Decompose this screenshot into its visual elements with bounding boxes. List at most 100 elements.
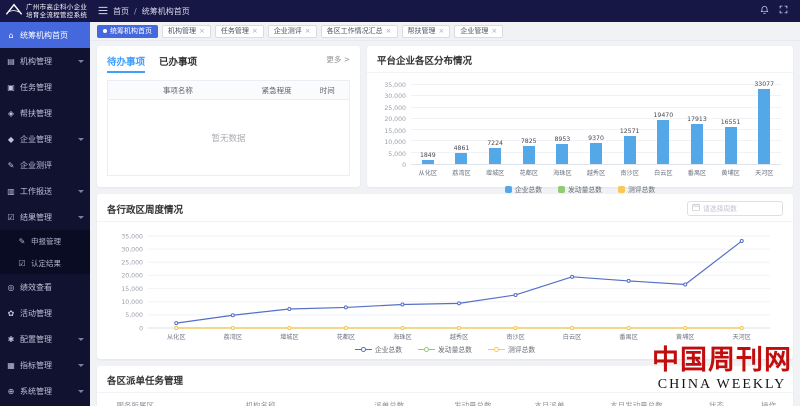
- sidebar-item-9[interactable]: ✿ 活动管理: [0, 300, 90, 326]
- tab-5[interactable]: 帮扶管理 ×: [401, 24, 451, 38]
- sidebar-subitem[interactable]: ✎ 申报管理: [0, 230, 90, 252]
- week-picker-input[interactable]: [703, 204, 778, 213]
- tab-label: 任务管理: [220, 27, 249, 35]
- task-column-header: 本月发动量总数: [610, 401, 663, 406]
- app-logo: [5, 3, 23, 19]
- legend-item[interactable]: 企业总数: [354, 344, 402, 354]
- legend-marker: [487, 346, 505, 352]
- bar-value-label: 12571: [619, 127, 640, 135]
- legend-item[interactable]: 企业总数: [504, 184, 542, 194]
- svg-text:15,000: 15,000: [121, 286, 143, 293]
- sidebar-item-1[interactable]: ▤ 机构管理: [0, 48, 90, 74]
- svg-text:20,000: 20,000: [121, 273, 143, 280]
- bar[interactable]: [489, 147, 502, 164]
- tab-1[interactable]: 机构管理 ×: [162, 24, 211, 38]
- sidebar-item-label: 工作报送: [20, 186, 52, 196]
- bar[interactable]: [590, 142, 603, 164]
- task-icon: ▣: [7, 82, 15, 92]
- close-icon[interactable]: ×: [491, 27, 497, 35]
- svg-text:35,000: 35,000: [121, 233, 143, 240]
- breadcrumb-current: 统筹机构首页: [141, 6, 190, 16]
- bar[interactable]: [455, 153, 468, 164]
- x-tick-label: 越秀区: [586, 170, 606, 177]
- sidebar-item-0[interactable]: ⌂ 统筹机构首页: [0, 22, 90, 48]
- sidebar-item-label: 统筹机构首页: [20, 30, 68, 40]
- bar-value-label: 4861: [453, 145, 470, 153]
- bar[interactable]: [690, 123, 703, 164]
- x-tick-label: 花都区: [519, 170, 539, 177]
- sidebar-item-3[interactable]: ◈ 帮扶管理: [0, 100, 90, 126]
- sidebar-subitem[interactable]: ☑ 认定结果: [0, 252, 90, 274]
- sidebar: ⌂ 统筹机构首页 ▤ 机构管理 ▣ 任务管理 ◈ 帮扶管理 ◆ 企业管理 ✎ 企业测评 ▥ 工作报送 ☑ 结果…: [0, 22, 90, 406]
- tab-6[interactable]: 企业管理 ×: [454, 24, 504, 38]
- bar[interactable]: [724, 126, 737, 164]
- bar[interactable]: [556, 143, 569, 164]
- bar-panel-title: 平台企业各区分布情况: [367, 46, 793, 73]
- bars-row: 1849 4861 7224 7825 8953 9370 12571 19470 17913 1…: [411, 81, 781, 164]
- close-icon[interactable]: ×: [199, 27, 205, 35]
- sidebar-item-8[interactable]: ◎ 绩效查看: [0, 274, 90, 300]
- legend-item[interactable]: 发动量总数: [418, 344, 472, 354]
- close-icon[interactable]: ×: [305, 27, 311, 35]
- bar[interactable]: [522, 146, 535, 164]
- fullscreen-icon[interactable]: [779, 5, 788, 17]
- legend-label: 测评总数: [627, 186, 656, 194]
- line-legend: 企业总数 发动量总数 测评总数: [97, 344, 793, 354]
- y-tick-label: 10,000: [384, 139, 406, 147]
- svg-text:10,000: 10,000: [121, 299, 143, 306]
- bar[interactable]: [758, 89, 771, 164]
- sidebar-item-6[interactable]: ▥ 工作报送: [0, 178, 90, 204]
- todo-column-header: 紧急程度: [261, 85, 292, 95]
- sidebar-item-10[interactable]: ✱ 配置管理: [0, 326, 90, 352]
- tab-0[interactable]: 统筹机构首页: [97, 24, 158, 38]
- sidebar-item-2[interactable]: ▣ 任务管理: [0, 74, 90, 100]
- legend-item[interactable]: 发动量总数: [558, 184, 602, 194]
- performance-icon: ◎: [7, 282, 15, 292]
- y-tick-label: 35,000: [384, 82, 406, 89]
- bar[interactable]: [657, 120, 670, 164]
- district-line-panel: 各行政区周度情况 0 5,000 10,000 15,000 20,000 25,000 3…: [97, 194, 793, 359]
- x-tick-label: 从化区: [418, 170, 438, 177]
- sidebar-item-4[interactable]: ◆ 企业管理: [0, 126, 90, 152]
- legend-item[interactable]: 测评总数: [617, 184, 656, 194]
- sidebar-item-label: 机构管理: [20, 56, 52, 66]
- notification-bell-icon[interactable]: [760, 5, 769, 18]
- bar-cell: 19470: [646, 85, 680, 164]
- sidebar-item-12[interactable]: ⊕ 系统管理: [0, 378, 90, 404]
- svg-text:荔湾区: 荔湾区: [224, 333, 243, 341]
- breadcrumb-home[interactable]: 首页: [113, 6, 129, 17]
- config-icon: ✱: [7, 334, 15, 344]
- bar[interactable]: [623, 135, 636, 164]
- tab-2[interactable]: 任务管理 ×: [214, 24, 264, 38]
- more-link[interactable]: 更多 >: [326, 54, 350, 65]
- tab-3[interactable]: 企业测评 ×: [267, 24, 317, 38]
- task-panel-title: 各区派单任务管理: [107, 376, 184, 387]
- tab-label: 帮扶管理: [407, 27, 436, 35]
- system-icon: ⊕: [7, 386, 15, 396]
- x-tick-label: 天河区: [754, 170, 774, 177]
- main-content: 待办事项 已办事项 更多 > 事项名称 紧急程度 时间 暂无数据 平台企业各区分布情…: [90, 41, 800, 406]
- chevron-down-icon: [78, 363, 84, 367]
- legend-marker: [354, 346, 372, 352]
- bar-chart: 0 5,000 10,000 15,000 20,000 25,000 30,000 35,0…: [375, 81, 781, 169]
- close-icon[interactable]: ×: [386, 27, 392, 35]
- chevron-down-icon: [78, 59, 84, 63]
- close-icon[interactable]: ×: [439, 27, 445, 35]
- sidebar-item-label: 企业管理: [20, 134, 52, 144]
- legend-item[interactable]: 测评总数: [487, 344, 535, 354]
- bar[interactable]: [421, 159, 434, 164]
- svg-text:海珠区: 海珠区: [393, 333, 412, 341]
- legend-label: 企业总数: [514, 186, 542, 194]
- tab-label: 统筹机构首页: [110, 27, 152, 35]
- week-picker[interactable]: [687, 201, 783, 216]
- sidebar-item-11[interactable]: ▦ 指标管理: [0, 352, 90, 378]
- sidebar-item-7[interactable]: ☑ 结果管理: [0, 204, 90, 230]
- tab-done-items[interactable]: 已办事项: [159, 54, 197, 68]
- tab-4[interactable]: 各区工作情况汇总 ×: [320, 24, 398, 38]
- close-icon[interactable]: ×: [252, 27, 258, 35]
- tab-pending-items[interactable]: 待办事项: [107, 54, 146, 73]
- sidebar-item-5[interactable]: ✎ 企业测评: [0, 152, 90, 178]
- collapse-menu-icon[interactable]: [98, 6, 108, 17]
- todo-table-header: 事项名称 紧急程度 时间: [108, 81, 349, 100]
- x-tick-label: 增城区: [485, 170, 505, 177]
